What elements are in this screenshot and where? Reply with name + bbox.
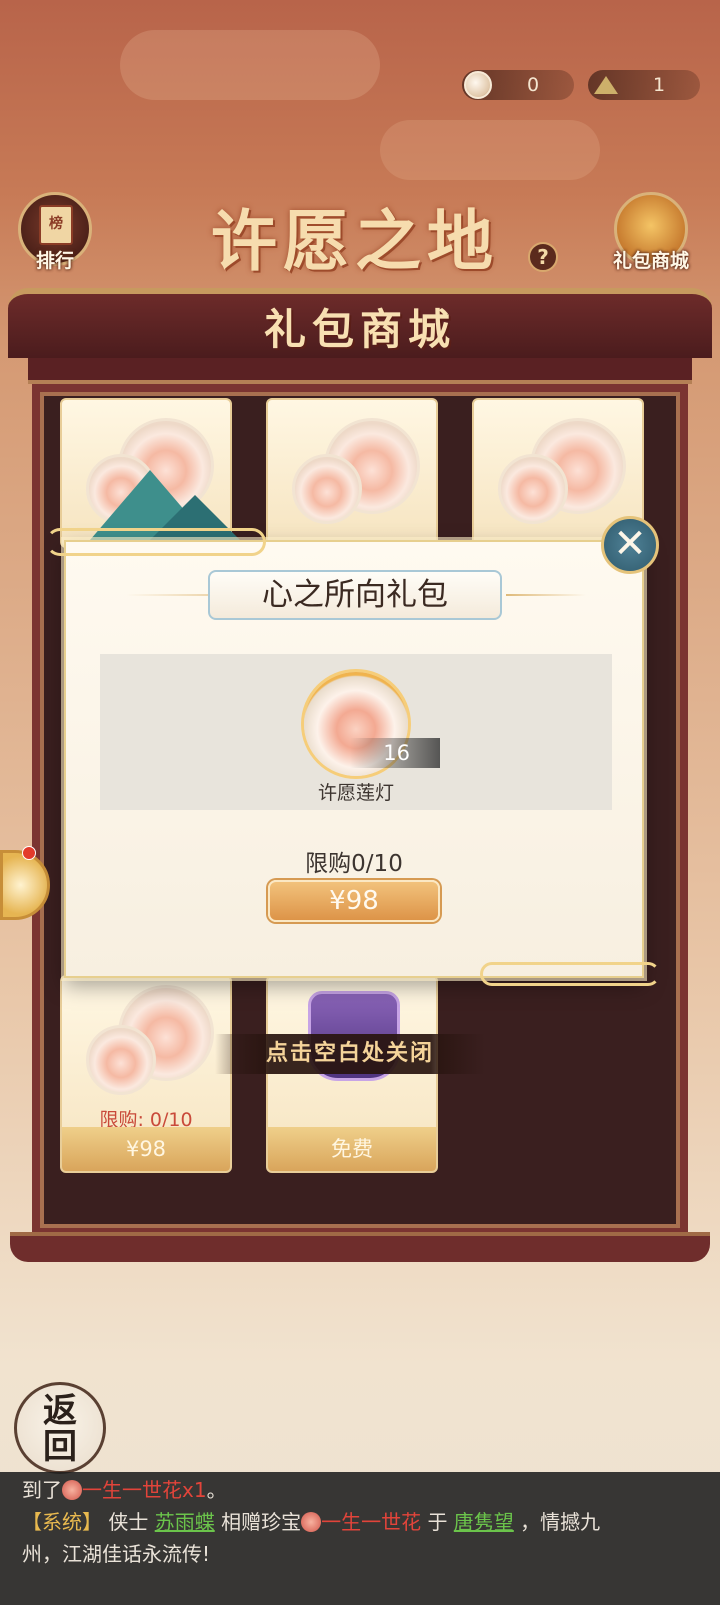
purchase-limit: 限购0/10 — [305, 851, 403, 877]
chat-line: 到了 一生一世花x1。 — [22, 1478, 227, 1502]
shop-title: 礼包商城 — [263, 305, 456, 354]
leaf-currency: 1 — [588, 70, 700, 100]
cabinet-base — [10, 1232, 710, 1262]
lotus-currency-value: 0 — [526, 74, 540, 96]
shop-card[interactable]: 限购: 0/10 ¥98 — [60, 975, 232, 1173]
background-cloud — [120, 30, 380, 100]
card-price-button[interactable]: 免费 — [268, 1127, 436, 1171]
ranking-badge: 榜 — [49, 216, 63, 232]
gift-icon — [301, 1512, 322, 1532]
card-price-button[interactable]: ¥98 — [62, 1127, 230, 1171]
gold-swirl-decoration — [46, 528, 266, 556]
gift-pack-dialog: 心之所向礼包 16 许愿莲灯 限购0/10 ¥98 — [64, 540, 644, 978]
dialog-title: 心之所向礼包 — [208, 570, 502, 620]
page-title: 许愿之地 — [211, 202, 499, 280]
chat-line: 州，江湖佳话永流传! — [22, 1542, 211, 1566]
gift-icon — [62, 1480, 82, 1500]
back-label-2: 回 — [43, 1427, 77, 1467]
chat-user-link[interactable]: 唐隽望 — [454, 1510, 514, 1534]
system-tag: 【系统】 — [22, 1510, 102, 1534]
title-divider-right — [506, 594, 586, 596]
ranking-label: 排行 — [35, 250, 74, 272]
reward-panel: 16 许愿莲灯 — [100, 654, 612, 810]
chat-item: 一生一世花x1 — [82, 1478, 207, 1502]
ranking-button[interactable]: 榜 排行 — [18, 192, 92, 272]
lotus-coin-icon — [464, 71, 492, 99]
notification-dot — [22, 846, 36, 860]
back-button[interactable]: 返 回 — [14, 1382, 106, 1474]
lotus-lamp-icon — [86, 1025, 156, 1095]
chat-log[interactable]: 到了 一生一世花x1。 【系统】 侠士 苏雨蝶 相赠珍宝 一生一世花 于 唐隽望 ，… — [0, 1472, 720, 1605]
shop-roof: 礼包商城 — [8, 288, 712, 358]
gold-swirl-decoration — [480, 962, 660, 986]
buy-button[interactable]: ¥98 — [268, 880, 440, 922]
shop-card[interactable]: 免费 — [266, 975, 438, 1173]
chat-line: 【系统】 侠士 苏雨蝶 相赠珍宝 一生一世花 于 唐隽望 ，情撼九 — [22, 1510, 601, 1534]
gift-shop-button[interactable]: 礼包商城 — [613, 192, 689, 272]
lotus-currency: 0 — [462, 70, 574, 100]
gift-shop-label: 礼包商城 — [613, 250, 690, 272]
background-cloud — [380, 120, 600, 180]
roof-trim — [28, 358, 692, 384]
close-hint: 点击空白处关闭 — [215, 1034, 485, 1074]
leaf-currency-value: 1 — [652, 74, 666, 96]
lotus-lamp-icon — [498, 454, 568, 524]
item-name: 许愿莲灯 — [317, 782, 394, 804]
help-icon[interactable]: ? — [528, 242, 558, 272]
back-label-1: 返 — [43, 1391, 77, 1431]
item-count: 16 — [350, 738, 440, 768]
chat-user-link[interactable]: 苏雨蝶 — [155, 1510, 215, 1534]
shop-card[interactable] — [266, 398, 438, 548]
ginkgo-leaf-icon — [594, 76, 618, 94]
chat-item: 一生一世花 — [321, 1510, 422, 1534]
ranking-scroll-icon: 榜 — [39, 205, 73, 245]
lotus-lamp-icon — [292, 454, 362, 524]
close-icon[interactable]: ✕ — [601, 516, 659, 574]
